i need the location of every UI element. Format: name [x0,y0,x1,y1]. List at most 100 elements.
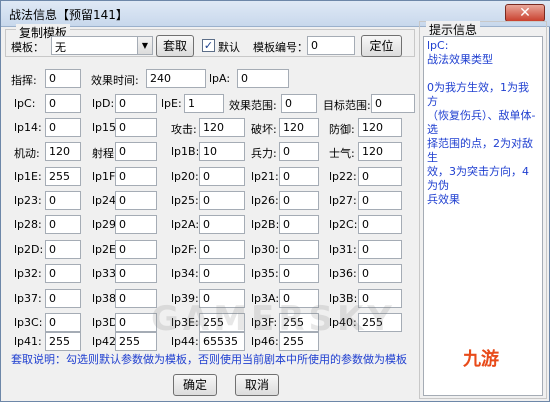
chevron-down-icon[interactable]: ▼ [137,37,152,54]
logo: 九游 [463,349,499,370]
field-input[interactable]: 120 [358,142,402,161]
field-input[interactable]: 0 [115,118,157,137]
field-input[interactable]: 10 [199,142,245,161]
template-id-input[interactable]: 0 [307,36,355,55]
field-input[interactable]: 0 [115,191,157,210]
hint-line: lpC: [427,39,449,52]
cancel-button[interactable]: 取消 [235,374,279,396]
field-label: 破坏: [251,123,277,136]
ok-button[interactable]: 确定 [173,374,217,396]
field-input[interactable]: 120 [199,118,245,137]
field-input[interactable]: 0 [237,69,289,88]
field-input[interactable]: 0 [279,264,319,283]
field-label: lp32: [14,267,42,280]
field-input[interactable]: 0 [45,69,81,88]
field-input[interactable]: 0 [199,167,245,186]
field-input[interactable]: 0 [358,240,402,259]
field-input[interactable]: 240 [146,69,206,88]
field-input[interactable]: 0 [45,94,81,113]
field-label: 射程: [92,147,118,160]
field-input[interactable]: 0 [115,215,157,234]
field-label: 指挥: [11,74,37,87]
window-title: 战法信息【预留141】 [9,8,128,22]
field-input[interactable]: 0 [279,215,319,234]
field-label: lp30: [251,243,279,256]
field-input[interactable]: 0 [115,94,157,113]
field-input[interactable]: 0 [199,240,245,259]
field-input[interactable]: 255 [45,332,81,351]
template-select[interactable]: 无 ▼ [51,36,153,55]
field-label: lp2D: [14,243,44,256]
field-input[interactable]: 0 [115,142,157,161]
field-label: lp21: [251,170,279,183]
field-label: 效果时间: [91,74,139,87]
field-input[interactable]: 0 [199,264,245,283]
field-input[interactable]: 0 [115,167,157,186]
hint-line: 兵效果 [427,193,460,206]
field-label: lp35: [251,267,279,280]
field-label: lp2A: [171,218,200,231]
field-input[interactable]: 0 [45,240,81,259]
field-input[interactable]: 0 [199,215,245,234]
field-input[interactable]: 0 [45,215,81,234]
field-label: lpE: [161,97,182,110]
field-label: lp31: [329,243,357,256]
locate-button[interactable]: 定位 [361,35,402,57]
field-label: 防御: [329,123,355,136]
field-input[interactable]: 0 [199,191,245,210]
hint-line: （恢复伤兵）、敌单体-选 [427,109,536,136]
hint-line: 0为我方生效，1为我方 [427,81,529,108]
field-label: 机动: [14,147,40,160]
default-label: 默认 [218,41,240,54]
field-input[interactable]: 0 [279,240,319,259]
field-input[interactable]: 0 [45,313,81,332]
field-input[interactable]: 0 [279,167,319,186]
field-input[interactable]: 0 [279,142,319,161]
field-input[interactable]: 1 [184,94,224,113]
dialog-window: 战法信息【预留141】 ✕ 复制模板 模板： 无 ▼ 套取 ✓ 默认 模板编号：… [0,0,550,402]
field-label: lp20: [171,170,199,183]
fetch-button[interactable]: 套取 [156,35,194,57]
field-label: lp2F: [171,243,198,256]
field-input[interactable]: 0 [45,118,81,137]
field-input[interactable]: 120 [279,118,319,137]
field-input[interactable]: 0 [279,191,319,210]
field-input[interactable]: 0 [45,191,81,210]
field-input[interactable]: 120 [358,118,402,137]
field-input[interactable]: 0 [358,215,402,234]
field-label: lp25: [171,194,199,207]
field-input[interactable]: 0 [45,264,81,283]
field-label: lp37: [14,292,42,305]
template-select-value: 无 [55,41,66,54]
field-input[interactable]: 0 [115,240,157,259]
template-label: 模板： [11,41,44,54]
field-label: lp27: [329,194,357,207]
close-button[interactable]: ✕ [505,4,545,22]
field-label: lp2B: [251,218,280,231]
field-label: lp3C: [14,316,43,329]
field-label: lp2C: [329,218,358,231]
template-id-label: 模板编号： [253,41,308,54]
hint-group: 提示信息 lpC: 战法效果类型 0为我方生效，1为我方 （恢复伤兵）、敌单体-… [419,21,547,399]
hint-line: 战法效果类型 [427,53,493,66]
field-input[interactable]: 0 [371,94,415,113]
field-label: lp14: [14,121,42,134]
hint-line: 效，3为突击方向，4为伪 [427,165,529,192]
default-checkbox[interactable]: ✓ [202,39,215,52]
field-input[interactable]: 0 [358,167,402,186]
hint-box: lpC: 战法效果类型 0为我方生效，1为我方 （恢复伤兵）、敌单体-选 择范围… [423,36,543,396]
field-label: 士气: [329,147,355,160]
watermark: GAMERSKY [151,299,396,339]
field-input[interactable]: 0 [281,94,317,113]
field-label: 兵力: [251,147,277,160]
field-input[interactable]: 0 [45,289,81,308]
hint-line: 择范围的点，2为对敌生 [427,137,533,164]
field-input[interactable]: 0 [115,264,157,283]
field-input[interactable]: 120 [45,142,81,161]
field-input[interactable]: 0 [358,191,402,210]
field-label: 效果范围: [229,99,277,112]
field-input[interactable]: 0 [358,264,402,283]
field-label: lp28: [14,218,42,231]
field-label: lp36: [329,267,357,280]
field-input[interactable]: 255 [45,167,81,186]
